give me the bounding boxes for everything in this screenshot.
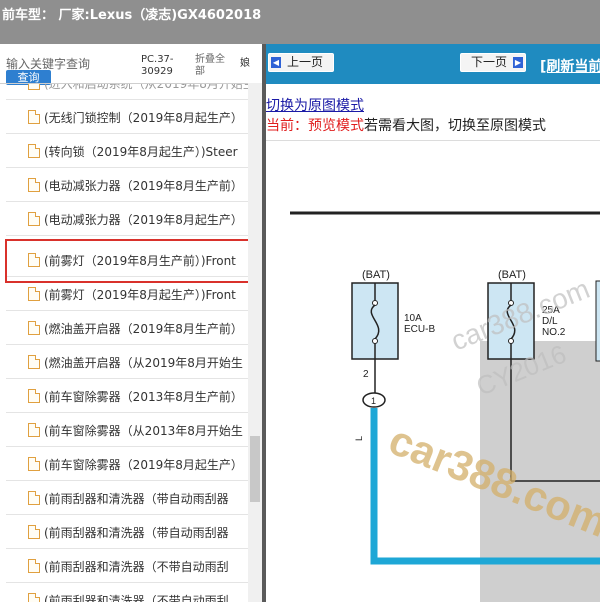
tree-item-label: (前雨刮器和清洗器（带自动雨刮器 <box>44 526 229 540</box>
collapse-all-button[interactable]: 折叠全部 <box>195 54 229 78</box>
title-bar: 前车型： 厂家:Lexus（凌志)GX4602018 <box>0 0 600 44</box>
scrollbar-track[interactable] <box>248 83 262 602</box>
refresh-link[interactable]: [刷新当前 <box>540 56 600 76</box>
document-icon <box>28 389 40 403</box>
tree-item[interactable]: (电动减张力器（2019年8月起生产） <box>6 202 248 236</box>
fuse-left-name: ECU-B <box>404 324 435 335</box>
fuse-left-amp: 10A <box>404 313 422 324</box>
document-icon <box>28 559 40 573</box>
tree-item-label: (电动减张力器（2019年8月起生产） <box>44 213 243 227</box>
tree-item[interactable]: (电动减张力器（2019年8月生产前） <box>6 168 248 202</box>
tree-item[interactable]: (前雾灯（2019年8月起生产）)Front <box>6 277 248 311</box>
bat-right-label: (BAT) <box>498 269 526 281</box>
tree-item[interactable]: (前雨刮器和清洗器（带自动雨刮器 <box>6 515 248 549</box>
wiring-diagram: (BAT) 10A ECU-B (BAT) 25A D/L NO.2 2 1 L… <box>266 140 600 602</box>
tree-item[interactable]: (前车窗除雾器（2019年8月起生产） <box>6 447 248 481</box>
fuse-partial <box>595 280 600 362</box>
tree-item[interactable]: (前雨刮器和清洗器（带自动雨刮器 <box>6 481 248 515</box>
document-tree: (进入和启动系统（从2019年8月开始生产 (无线门锁控制（2019年8月起生产… <box>0 83 248 602</box>
document-icon <box>28 178 40 192</box>
tree-item[interactable]: (燃油盖开启器（从2019年8月开始生 <box>6 345 248 379</box>
tree-item[interactable]: (前雨刮器和清洗器（不带自动雨刮 <box>6 549 248 583</box>
tree-item[interactable]: (前车窗除雾器（从2013年8月开始生 <box>6 413 248 447</box>
tree-item-label: (前车窗除雾器（从2013年8月开始生 <box>44 424 243 438</box>
document-icon <box>28 491 40 505</box>
arrow-right-icon: ▶ <box>513 57 523 68</box>
fuse-left-terminal <box>372 300 378 306</box>
tree-item-label: (前雾灯（2019年8月起生产）)Front <box>44 288 236 302</box>
tree-item-label: (前雨刮器和清洗器（带自动雨刮器 <box>44 492 229 506</box>
fuse-right-name2: NO.2 <box>542 327 566 338</box>
tree-item-label: (前车窗除雾器（2019年8月起生产） <box>44 458 243 472</box>
window-title: 前车型： 厂家:Lexus（凌志)GX4602018 <box>2 8 262 23</box>
document-icon <box>28 355 40 369</box>
extra-label: 娘 <box>240 58 250 69</box>
tree-item-label: (前雾灯（2019年8月生产前）)Front <box>44 254 236 268</box>
mode-label: 预览模式 <box>308 118 364 134</box>
tree-item-label: (转向锁（2019年8月起生产）)Steer <box>44 145 238 159</box>
tree-item-label: (前车窗除雾器（2013年8月生产前） <box>44 390 243 404</box>
tree-item-label: (电动减张力器（2019年8月生产前） <box>44 179 243 193</box>
pc-code-label: PC.37-30929 <box>141 54 174 77</box>
tree-item-label: (燃油盖开启器（2019年8月生产前） <box>44 322 243 336</box>
mode-status: 当前：预览模式若需看大图，切换至原图模式 <box>266 115 546 135</box>
tree-item-label: (燃油盖开启器（从2019年8月开始生 <box>44 356 243 370</box>
document-icon <box>28 84 40 90</box>
scrollbar-thumb[interactable] <box>250 436 260 502</box>
document-icon <box>28 287 40 301</box>
next-page-label: 下一页 <box>471 55 508 69</box>
wiring-diagram-svg: (BAT) 10A ECU-B (BAT) 25A D/L NO.2 2 1 L… <box>290 211 600 602</box>
tree-item-label: (进入和启动系统（从2019年8月开始生产 <box>44 83 248 91</box>
tree-item-label: (前雨刮器和清洗器（不带自动雨刮 <box>44 560 229 574</box>
document-icon <box>28 321 40 335</box>
next-page-button[interactable]: 下一页 ▶ <box>460 53 526 72</box>
pin-number: 2 <box>363 369 369 380</box>
toolbar: ◀ 上一页 下一页 ▶ [刷新当前 <box>266 44 600 84</box>
tree-item-label: (前雨刮器和清洗器（不带自动雨刮 <box>44 594 229 602</box>
document-icon <box>28 253 40 267</box>
switch-to-original-link[interactable]: 切换为原图模式 <box>266 95 364 115</box>
tree-item-selected[interactable]: (前雾灯（2019年8月生产前）)Front <box>6 243 248 277</box>
mode-hint: 若需看大图，切换至原图模式 <box>364 118 546 134</box>
document-icon <box>28 457 40 471</box>
arrow-left-icon: ◀ <box>271 57 281 68</box>
connector-number: 1 <box>371 396 376 406</box>
fuse-left-terminal <box>372 338 378 344</box>
document-icon <box>28 144 40 158</box>
prev-page-label: 上一页 <box>287 55 324 69</box>
tree-item[interactable]: (进入和启动系统（从2019年8月开始生产 <box>6 83 248 100</box>
bat-left-label: (BAT) <box>362 269 390 281</box>
tree-item[interactable]: (前雨刮器和清洗器（不带自动雨刮 <box>6 583 248 602</box>
document-icon <box>28 423 40 437</box>
document-icon <box>28 212 40 226</box>
document-icon <box>28 593 40 602</box>
document-icon <box>28 525 40 539</box>
tree-item-label: (无线门锁控制（2019年8月起生产） <box>44 111 243 125</box>
mode-prefix: 当前： <box>266 118 308 134</box>
tree-item[interactable]: (转向锁（2019年8月起生产）)Steer <box>6 134 248 168</box>
fuse-right-terminal <box>508 338 514 344</box>
tree-item[interactable]: (无线门锁控制（2019年8月起生产） <box>6 100 248 134</box>
tree-item[interactable]: (前车窗除雾器（2013年8月生产前） <box>6 379 248 413</box>
left-pane: 输入关键字查询 查询 PC.37-30929 折叠全部 娘 (进入和启动系统（从… <box>0 44 264 602</box>
wire-color-label: L <box>354 436 364 441</box>
tree-item[interactable]: (燃油盖开启器（2019年8月生产前） <box>6 311 248 345</box>
document-icon <box>28 110 40 124</box>
prev-page-button[interactable]: ◀ 上一页 <box>268 53 334 72</box>
